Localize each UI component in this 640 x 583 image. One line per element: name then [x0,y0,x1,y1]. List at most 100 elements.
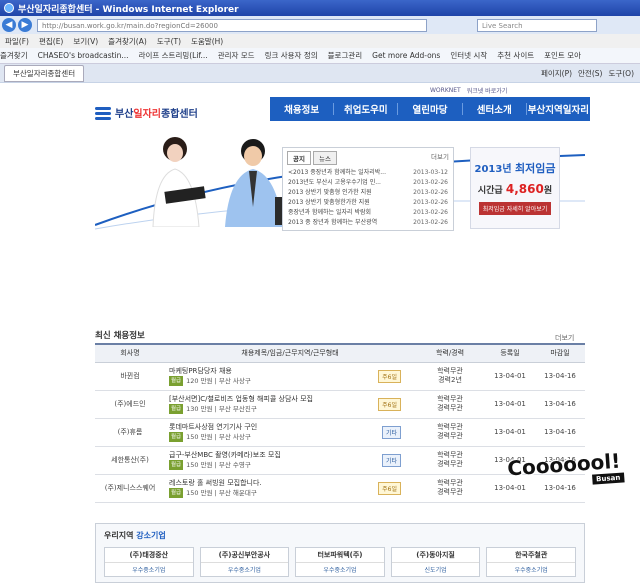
career-req: 경력무관 [437,432,463,440]
menu-favorites[interactable]: 즐겨찾기(A) [108,36,147,47]
job-title[interactable]: 마케팅PR담당자 채용 [169,366,251,376]
list-item[interactable]: <2013 중장년과 함께하는 일자리박... 2013-03-12 [283,168,453,178]
fav-item[interactable]: 즐겨찾기 [0,50,28,61]
edu-req: 학력무관 [437,451,463,459]
reg-date: 13-04-01 [485,362,535,391]
company-card[interactable]: (주)동아지질 신도기업 [390,547,481,577]
tab-main[interactable]: 부산일자리종합센터 [4,64,85,82]
small-biz-panel: 우리지역 강소기업 (주)태경중산 우수중소기업 (주)공신부안공사 우수중소기업 … [95,523,585,583]
end-date: 13-04-16 [535,390,585,419]
list-item[interactable]: 중장년과 함께하는 일자리 박람회 2013-02-26 [283,208,453,218]
brand-watermark: Cooooool! Busan [507,448,640,503]
news-more-link[interactable]: 더보기 [431,151,449,161]
company-card[interactable]: (주)공신부안공사 우수중소기업 [199,547,290,577]
tab-bar: 부산일자리종합센터 페이지(P) 안전(S) 도구(O) [0,64,640,82]
table-row[interactable]: (주)휴롬 롯데마트사상점 연기기사 구인 월급 150 만원 | 부산 사상구 기타 학… [95,418,585,447]
site-logo[interactable]: 부산 일자리 종합센터 [95,105,198,120]
fav-item[interactable]: 인터넷 시작 [450,50,487,61]
list-item[interactable]: 2013 중 장년과 함께하는 부산광역 2013-02-26 [283,218,453,228]
wage-label: 최저임금 [515,162,556,175]
pay-info: 150 만원 | 부산 수영구 [186,461,251,469]
window-title: 부산일자리종합센터 - Windows Internet Explorer [18,4,239,15]
search-input[interactable]: Live Search [477,18,597,32]
job-title[interactable]: 롯데마트사상점 연기기사 구인 [169,422,257,432]
menu-tools[interactable]: 도구(T) [157,36,181,47]
news-box: 공지 뉴스 더보기 <2013 중장년과 함께하는 일자리박... 2013-03… [282,147,454,231]
nav-helper[interactable]: 취업도우미 [334,102,397,116]
fav-item[interactable]: 추천 사이트 [497,50,534,61]
company-name[interactable]: (주)에드인 [95,390,165,419]
tool-safety[interactable]: 안전(S) [578,68,602,79]
edu-req: 학력무관 [437,479,463,487]
company-name[interactable]: (주)휴롬 [95,418,165,447]
nav-jobs[interactable]: 채용정보 [270,102,333,116]
tool-tools[interactable]: 도구(O) [608,68,634,79]
logo-post: 종합센터 [161,109,198,120]
fav-item[interactable]: 관리자 모드 [218,50,255,61]
logo-mark-icon [95,106,111,120]
work-type-badge: 주6일 [378,397,401,411]
company-card[interactable]: 터보파워텍(주) 우수중소기업 [295,547,385,577]
company-name[interactable]: 바뀐컴 [95,362,165,391]
wage-unit: 원 [543,186,553,196]
back-icon[interactable]: ◀ [2,18,16,32]
nav-about[interactable]: 센터소개 [463,102,526,116]
ie-icon [4,3,14,13]
menu-edit[interactable]: 편집(E) [39,36,63,47]
work-type-badge: 주6일 [378,369,401,383]
tool-page[interactable]: 페이지(P) [541,68,572,79]
pay-tag: 월급 [169,460,184,470]
fav-item[interactable]: CHASEO's broadcastin... [38,51,129,60]
pay-info: 120 만원 | 부산 사상구 [186,377,251,385]
job-title[interactable]: [부산서면]C/쳘로비즈 업동형 해피콜 상담사 모집 [169,394,313,404]
company-card[interactable]: 한국주철관 우수중소기업 [486,547,576,577]
nav-local[interactable]: 부산지역일자리 [527,102,590,116]
url-input[interactable]: http://busan.work.go.kr/main.do?regionCd… [37,18,427,32]
menu-help[interactable]: 도움말(H) [191,36,223,47]
favorites-bar: 즐겨찾기 CHASEO's broadcastin... 라이프 스트리밍(Li… [0,48,640,64]
worknet-go-link[interactable]: 워크넷 바로가기 [467,86,508,95]
menu-bar: 파일(F) 편집(E) 보기(V) 즐겨찾기(A) 도구(T) 도움말(H) [0,34,640,48]
logo-pre: 부산 [115,109,134,120]
nav-open[interactable]: 열린마당 [398,102,461,116]
col-title: 채용제목/임금/근무지역/근무형태 [165,343,415,363]
col-end: 마감일 [535,343,585,363]
job-title[interactable]: 급구-부산MBC 촬영(카메라)보조 모집 [169,450,281,460]
fav-item[interactable]: 포인트 모아 [544,50,581,61]
tab-news[interactable]: 뉴스 [312,151,337,165]
fav-item[interactable]: 라이프 스트리밍(Lif... [139,50,208,61]
list-item[interactable]: 2013 상반기 맞춤형한가한 지원 2013-02-26 [283,198,453,208]
edu-req: 학력무관 [437,367,463,375]
table-row[interactable]: 바뀐컴 마케팅PR담당자 채용 월급 120 만원 | 부산 사상구 주6일 학력무관 경력… [95,362,585,391]
fav-item[interactable]: 블로그관리 [328,50,363,61]
wage-detail-button[interactable]: 최저임금 자세히 알아보기 [479,202,551,215]
tab-notice[interactable]: 공지 [287,151,311,165]
pay-info: 130 만원 | 부산 부산진구 [186,405,257,413]
small-title-hl: 강소기업 [136,531,166,540]
job-title[interactable]: 레스토랑 홀 써빙원 모집합니다. [169,478,262,488]
edu-req: 학력무관 [437,395,463,403]
jobs-more-link[interactable]: 더보기 [555,333,574,343]
menu-file[interactable]: 파일(F) [5,36,29,47]
fav-item[interactable]: 링크 사용자 정의 [265,50,318,61]
list-item[interactable]: 2013 상반기 맞춤형 인가한 지원 2013-02-26 [283,188,453,198]
pay-tag: 월급 [169,376,184,386]
company-name[interactable]: (주)제니스스퀘어 [95,474,165,503]
list-item[interactable]: 2013년도 부산시 고용우수기업 인... 2013-02-26 [283,178,453,188]
work-type-badge: 기타 [381,453,401,467]
work-type-badge: 기타 [381,425,401,439]
window-title-bar: 부산일자리종합센터 - Windows Internet Explorer [0,0,640,16]
forward-icon[interactable]: ▶ [18,18,32,32]
reg-date: 13-04-01 [485,418,535,447]
fav-item[interactable]: Get more Add-ons [372,51,440,60]
menu-view[interactable]: 보기(V) [73,36,98,47]
worknet-link[interactable]: WORKNET [430,87,461,94]
edu-req: 학력무관 [437,423,463,431]
col-reg: 등록일 [485,343,535,363]
company-card[interactable]: (주)태경중산 우수중소기업 [104,547,194,577]
pay-tag: 월급 [169,432,184,442]
wage-amount: 4,860 [505,182,544,196]
table-row[interactable]: (주)에드인 [부산서면]C/쳘로비즈 업동형 해피콜 상담사 모집 월급 130 만… [95,390,585,419]
company-name[interactable]: 세한통산(주) [95,446,165,475]
wage-year: 2013년 [474,164,512,175]
